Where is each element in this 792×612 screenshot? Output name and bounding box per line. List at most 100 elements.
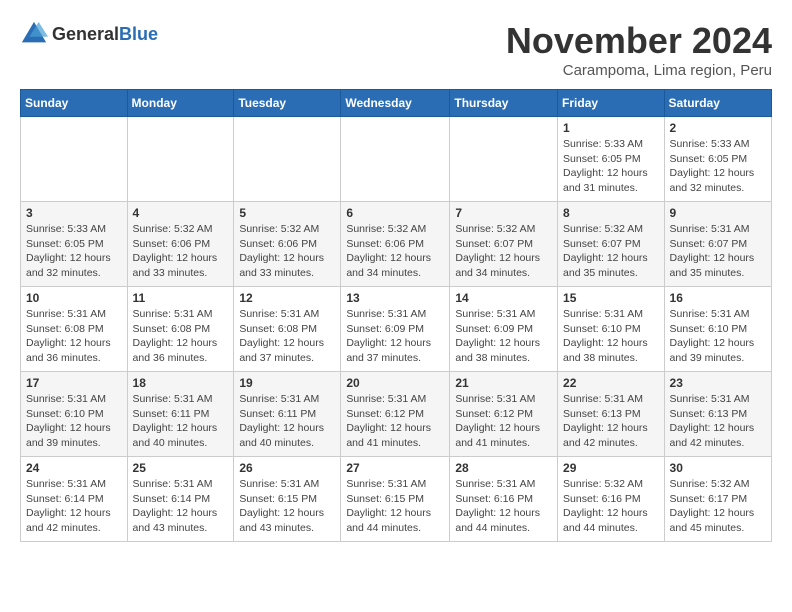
- logo-blue: Blue: [119, 24, 158, 44]
- calendar-cell: 11 Sunrise: 5:31 AM Sunset: 6:08 PM Dayli…: [127, 287, 234, 372]
- day-info: Sunrise: 5:32 AM Sunset: 6:06 PM Dayligh…: [346, 222, 444, 281]
- day-number: 12: [239, 291, 335, 305]
- day-number: 24: [26, 461, 122, 475]
- week-row-2: 3Sunrise: 5:33 AM Sunset: 6:05 PM Daylig…: [21, 202, 772, 287]
- week-row-5: 24 Sunrise: 5:31 AM Sunset: 6:14 PM Dayli…: [21, 457, 772, 542]
- day-number: 23: [670, 376, 766, 390]
- day-number: 5: [239, 206, 335, 220]
- calendar-cell: 1 Sunrise: 5:33 AM Sunset: 6:05 PM Daylig…: [558, 117, 665, 202]
- title-area: November 2024 Carampoma, Lima region, Pe…: [506, 20, 772, 79]
- day-info: Sunrise: 5:31 AM Sunset: 6:14 PM Dayligh…: [133, 477, 229, 536]
- day-number: 30: [670, 461, 766, 475]
- day-number: 20: [346, 376, 444, 390]
- calendar-cell: 15Sunrise: 5:31 AM Sunset: 6:10 PM Dayli…: [558, 287, 665, 372]
- day-info: Sunrise: 5:31 AM Sunset: 6:10 PM Dayligh…: [26, 392, 122, 451]
- day-number: 6: [346, 206, 444, 220]
- calendar-cell: [341, 117, 450, 202]
- calendar-cell: 24 Sunrise: 5:31 AM Sunset: 6:14 PM Dayli…: [21, 457, 128, 542]
- calendar-cell: 14 Sunrise: 5:31 AM Sunset: 6:09 PM Dayli…: [450, 287, 558, 372]
- calendar-cell: 20 Sunrise: 5:31 AM Sunset: 6:12 PM Dayli…: [341, 372, 450, 457]
- calendar-cell: 26Sunrise: 5:31 AM Sunset: 6:15 PM Dayli…: [234, 457, 341, 542]
- day-info: Sunrise: 5:31 AM Sunset: 6:09 PM Dayligh…: [346, 307, 444, 366]
- day-number: 14: [455, 291, 552, 305]
- header: GeneralBlue November 2024 Carampoma, Lim…: [20, 20, 772, 79]
- calendar-cell: 4 Sunrise: 5:32 AM Sunset: 6:06 PM Daylig…: [127, 202, 234, 287]
- day-info: Sunrise: 5:33 AM Sunset: 6:05 PM Dayligh…: [26, 222, 122, 281]
- day-number: 27: [346, 461, 444, 475]
- day-number: 10: [26, 291, 122, 305]
- day-info: Sunrise: 5:31 AM Sunset: 6:08 PM Dayligh…: [26, 307, 122, 366]
- calendar-cell: 10 Sunrise: 5:31 AM Sunset: 6:08 PM Dayli…: [21, 287, 128, 372]
- day-info: Sunrise: 5:32 AM Sunset: 6:06 PM Dayligh…: [133, 222, 229, 281]
- weekday-header-tuesday: Tuesday: [234, 90, 341, 117]
- day-info: Sunrise: 5:31 AM Sunset: 6:08 PM Dayligh…: [239, 307, 335, 366]
- location-subtitle: Carampoma, Lima region, Peru: [506, 62, 772, 79]
- calendar-cell: 22Sunrise: 5:31 AM Sunset: 6:13 PM Dayli…: [558, 372, 665, 457]
- calendar-cell: 30 Sunrise: 5:32 AM Sunset: 6:17 PM Dayli…: [664, 457, 771, 542]
- week-row-1: 1 Sunrise: 5:33 AM Sunset: 6:05 PM Daylig…: [21, 117, 772, 202]
- weekday-header-saturday: Saturday: [664, 90, 771, 117]
- logo-general: General: [52, 24, 119, 44]
- calendar-cell: 13 Sunrise: 5:31 AM Sunset: 6:09 PM Dayli…: [341, 287, 450, 372]
- calendar-cell: 16Sunrise: 5:31 AM Sunset: 6:10 PM Dayli…: [664, 287, 771, 372]
- calendar-cell: 7 Sunrise: 5:32 AM Sunset: 6:07 PM Daylig…: [450, 202, 558, 287]
- day-info: Sunrise: 5:31 AM Sunset: 6:15 PM Dayligh…: [346, 477, 444, 536]
- day-number: 25: [133, 461, 229, 475]
- weekday-row: SundayMondayTuesdayWednesdayThursdayFrid…: [21, 90, 772, 117]
- day-info: Sunrise: 5:32 AM Sunset: 6:06 PM Dayligh…: [239, 222, 335, 281]
- day-info: Sunrise: 5:31 AM Sunset: 6:08 PM Dayligh…: [133, 307, 229, 366]
- day-info: Sunrise: 5:31 AM Sunset: 6:16 PM Dayligh…: [455, 477, 552, 536]
- day-number: 1: [563, 121, 659, 135]
- calendar-cell: 3Sunrise: 5:33 AM Sunset: 6:05 PM Daylig…: [21, 202, 128, 287]
- day-info: Sunrise: 5:31 AM Sunset: 6:13 PM Dayligh…: [563, 392, 659, 451]
- day-info: Sunrise: 5:31 AM Sunset: 6:15 PM Dayligh…: [239, 477, 335, 536]
- day-number: 7: [455, 206, 552, 220]
- day-number: 29: [563, 461, 659, 475]
- day-info: Sunrise: 5:31 AM Sunset: 6:10 PM Dayligh…: [563, 307, 659, 366]
- day-number: 18: [133, 376, 229, 390]
- calendar-header: SundayMondayTuesdayWednesdayThursdayFrid…: [21, 90, 772, 117]
- day-info: Sunrise: 5:32 AM Sunset: 6:07 PM Dayligh…: [455, 222, 552, 281]
- calendar-cell: [21, 117, 128, 202]
- weekday-header-thursday: Thursday: [450, 90, 558, 117]
- calendar-table: SundayMondayTuesdayWednesdayThursdayFrid…: [20, 89, 772, 542]
- day-info: Sunrise: 5:32 AM Sunset: 6:17 PM Dayligh…: [670, 477, 766, 536]
- day-number: 13: [346, 291, 444, 305]
- weekday-header-sunday: Sunday: [21, 90, 128, 117]
- day-number: 16: [670, 291, 766, 305]
- calendar-cell: 12 Sunrise: 5:31 AM Sunset: 6:08 PM Dayli…: [234, 287, 341, 372]
- calendar-cell: 8 Sunrise: 5:32 AM Sunset: 6:07 PM Daylig…: [558, 202, 665, 287]
- calendar-cell: 28 Sunrise: 5:31 AM Sunset: 6:16 PM Dayli…: [450, 457, 558, 542]
- day-info: Sunrise: 5:33 AM Sunset: 6:05 PM Dayligh…: [670, 137, 766, 196]
- day-number: 8: [563, 206, 659, 220]
- day-number: 9: [670, 206, 766, 220]
- day-info: Sunrise: 5:31 AM Sunset: 6:11 PM Dayligh…: [133, 392, 229, 451]
- calendar-cell: 9Sunrise: 5:31 AM Sunset: 6:07 PM Daylig…: [664, 202, 771, 287]
- calendar-cell: [450, 117, 558, 202]
- calendar-cell: 6 Sunrise: 5:32 AM Sunset: 6:06 PM Daylig…: [341, 202, 450, 287]
- day-number: 11: [133, 291, 229, 305]
- day-number: 2: [670, 121, 766, 135]
- day-number: 17: [26, 376, 122, 390]
- day-info: Sunrise: 5:31 AM Sunset: 6:12 PM Dayligh…: [346, 392, 444, 451]
- day-number: 19: [239, 376, 335, 390]
- month-title: November 2024: [506, 20, 772, 62]
- day-info: Sunrise: 5:32 AM Sunset: 6:07 PM Dayligh…: [563, 222, 659, 281]
- weekday-header-monday: Monday: [127, 90, 234, 117]
- calendar-cell: [234, 117, 341, 202]
- week-row-3: 10 Sunrise: 5:31 AM Sunset: 6:08 PM Dayli…: [21, 287, 772, 372]
- day-info: Sunrise: 5:31 AM Sunset: 6:09 PM Dayligh…: [455, 307, 552, 366]
- weekday-header-wednesday: Wednesday: [341, 90, 450, 117]
- calendar-cell: 5 Sunrise: 5:32 AM Sunset: 6:06 PM Daylig…: [234, 202, 341, 287]
- calendar-cell: 17 Sunrise: 5:31 AM Sunset: 6:10 PM Dayli…: [21, 372, 128, 457]
- calendar-cell: 25 Sunrise: 5:31 AM Sunset: 6:14 PM Dayli…: [127, 457, 234, 542]
- week-row-4: 17 Sunrise: 5:31 AM Sunset: 6:10 PM Dayli…: [21, 372, 772, 457]
- day-number: 28: [455, 461, 552, 475]
- calendar-cell: 21Sunrise: 5:31 AM Sunset: 6:12 PM Dayli…: [450, 372, 558, 457]
- calendar-cell: [127, 117, 234, 202]
- day-number: 4: [133, 206, 229, 220]
- calendar-body: 1 Sunrise: 5:33 AM Sunset: 6:05 PM Daylig…: [21, 117, 772, 542]
- day-info: Sunrise: 5:31 AM Sunset: 6:14 PM Dayligh…: [26, 477, 122, 536]
- calendar-cell: 19Sunrise: 5:31 AM Sunset: 6:11 PM Dayli…: [234, 372, 341, 457]
- day-info: Sunrise: 5:33 AM Sunset: 6:05 PM Dayligh…: [563, 137, 659, 196]
